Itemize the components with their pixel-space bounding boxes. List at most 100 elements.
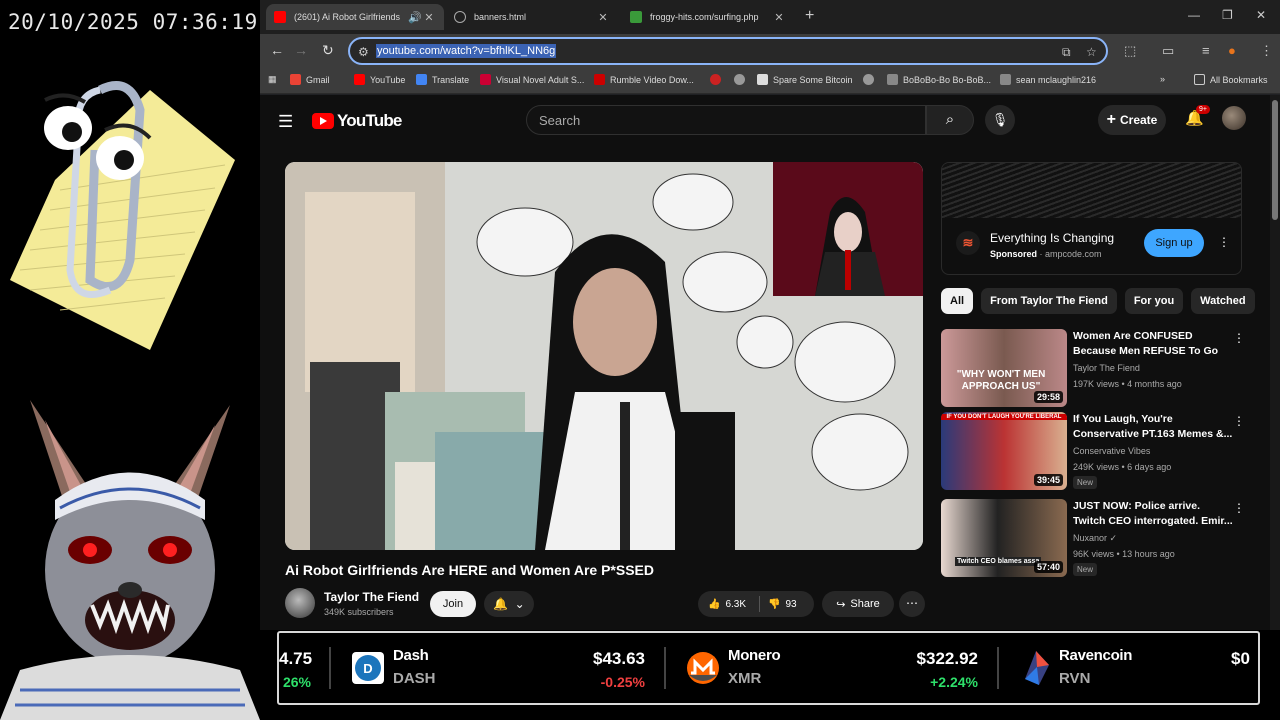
address-url[interactable]: youtube.com/watch?v=bfhlKL_NN6g	[376, 44, 557, 58]
rec-title[interactable]: Women Are CONFUSED Because Men REFUSE To…	[1073, 329, 1233, 359]
bookmark-cherry-icon[interactable]	[710, 74, 726, 85]
duration-badge: 57:40	[1033, 561, 1063, 573]
chip-from-channel[interactable]: From Taylor The Fiend	[981, 288, 1117, 314]
bookmark-gmail[interactable]: Gmail	[290, 74, 330, 85]
share-button[interactable]: ↪ Share	[822, 591, 894, 617]
bookmark-bobobo[interactable]: BoBoBo-Bo Bo-BoB...	[887, 74, 991, 85]
close-window-icon[interactable]: ✕	[1256, 8, 1266, 22]
create-button[interactable]: + Create	[1098, 105, 1166, 135]
back-arrow-icon[interactable]: ←	[270, 42, 284, 58]
like-dislike-buttons: 👍 6.3K 👎 93	[698, 591, 814, 617]
bookmark-star-icon[interactable]: ☆	[1086, 45, 1097, 59]
tab-close-icon[interactable]: ✕	[772, 11, 786, 24]
recommended-video[interactable]: "WHY WON'T MEN APPROACH US" 29:58 Women …	[941, 329, 1261, 409]
rec-more-icon[interactable]: ⋮	[1233, 501, 1245, 515]
ticker-symbol: DASH	[393, 670, 436, 687]
all-bookmarks[interactable]: All Bookmarks	[1194, 74, 1268, 85]
bookmark-visual-novel[interactable]: Visual Novel Adult S...	[480, 74, 584, 85]
rec-more-icon[interactable]: ⋮	[1233, 331, 1245, 345]
clippy-mascot-image	[10, 81, 235, 350]
side-panel-icon[interactable]: ▭	[1162, 43, 1174, 59]
youtube-logo[interactable]: YouTube	[312, 111, 402, 131]
youtube-favicon-icon	[274, 11, 286, 23]
site-info-icon[interactable]: ⚙	[358, 45, 369, 59]
bookmark-translate[interactable]: Translate	[416, 74, 469, 85]
channel-name[interactable]: Taylor The Fiend	[324, 590, 419, 604]
video-thumbnail[interactable]: IF YOU DON'T LAUGH YOU'RE LIBERAL 39:45	[941, 412, 1067, 490]
apps-grid-icon[interactable]: ▦	[268, 74, 277, 85]
chip-for-you[interactable]: For you	[1124, 288, 1184, 314]
tab-close-icon[interactable]: ✕	[422, 11, 436, 24]
bookmarks-overflow-icon[interactable]: »	[1160, 74, 1165, 84]
tab-close-icon[interactable]: ✕	[596, 11, 610, 24]
ticker-divider	[329, 647, 331, 689]
join-button[interactable]: Join	[430, 591, 476, 617]
guide-menu-icon[interactable]: ☰	[278, 112, 293, 132]
rec-title[interactable]: JUST NOW: Police arrive. Twitch CEO inte…	[1073, 499, 1233, 529]
ampcode-logo-icon: ≋	[956, 231, 980, 255]
search-icon[interactable]: ⌕	[926, 105, 974, 135]
address-bar[interactable]: ⚙ youtube.com/watch?v=bfhlKL_NN6g ⧉ ☆	[348, 37, 1108, 65]
bookmark-rumble[interactable]: Rumble Video Dow...	[594, 74, 694, 85]
extensions-icon[interactable]: ⬚	[1124, 43, 1136, 59]
page-scrollbar[interactable]	[1270, 95, 1280, 630]
bookmarks-bar: ▦ Gmail YouTube Translate Visual Novel A…	[260, 68, 1280, 94]
share-arrow-icon: ↪	[836, 598, 846, 611]
new-badge: New	[1073, 476, 1098, 489]
new-tab-icon[interactable]: +	[805, 7, 814, 25]
channel-avatar[interactable]	[285, 588, 315, 618]
rec-meta: 197K views • 4 months ago	[1073, 379, 1182, 389]
account-avatar[interactable]	[1222, 106, 1246, 130]
tab-froggy-hits[interactable]: froggy-hits.com/surfing.php ✕	[622, 4, 794, 30]
search-input[interactable]: Search	[526, 105, 926, 135]
bookmark-spare-bitcoin[interactable]: Spare Some Bitcoin	[757, 74, 853, 85]
reload-icon[interactable]: ↻	[322, 42, 334, 59]
like-button[interactable]: 👍 6.3K	[698, 596, 760, 612]
video-player[interactable]	[285, 162, 923, 550]
rec-title[interactable]: If You Laugh, You're Conservative PT.163…	[1073, 412, 1233, 442]
install-icon[interactable]: ⧉	[1062, 45, 1071, 60]
microphone-icon[interactable]: 🎙	[985, 105, 1015, 135]
recommended-video[interactable]: IF YOU DON'T LAUGH YOU'RE LIBERAL 39:45 …	[941, 412, 1261, 492]
ad-more-icon[interactable]: ⋮	[1218, 235, 1230, 249]
more-actions-icon[interactable]: ⋯	[899, 591, 925, 617]
menu-kebab-icon[interactable]: ⋮	[1260, 43, 1273, 59]
rec-channel[interactable]: Conservative Vibes	[1073, 446, 1150, 456]
dislike-button[interactable]: 👎 93	[760, 599, 797, 610]
video-thumbnail[interactable]: Twitch CEO blames assa 57:40	[941, 499, 1067, 577]
audio-icon[interactable]: 🔊	[408, 11, 422, 24]
tab-banners[interactable]: banners.html ✕	[446, 4, 618, 30]
ravencoin-coin-icon	[1025, 651, 1049, 685]
scrollbar-thumb[interactable]	[1272, 100, 1278, 220]
frog-favicon-icon	[630, 11, 642, 23]
media-control-icon[interactable]: ≡	[1202, 43, 1210, 58]
ticker-name: Dash	[393, 647, 429, 664]
rec-channel[interactable]: Nuxanor ✓	[1073, 533, 1117, 544]
bookmark-globe-icon[interactable]	[734, 74, 750, 85]
rec-more-icon[interactable]: ⋮	[1233, 414, 1245, 428]
bookmark-youtube[interactable]: YouTube	[354, 74, 405, 85]
browser-window: (2601) Ai Robot Girlfriends 🔊 ✕ banners.…	[260, 0, 1280, 630]
recommended-video[interactable]: Twitch CEO blames assa 57:40 JUST NOW: P…	[941, 499, 1261, 579]
ticker-price: $322.92	[916, 649, 978, 668]
sponsored-ad-card[interactable]: ≋ Everything Is Changing Sponsored · amp…	[941, 162, 1242, 275]
chip-all[interactable]: All	[941, 288, 974, 314]
video-frame-image	[285, 162, 923, 550]
ad-signup-button[interactable]: Sign up	[1144, 229, 1204, 257]
bookmark-globe-icon[interactable]	[863, 74, 879, 85]
ticker-divider	[664, 647, 666, 689]
ad-banner-image	[942, 163, 1241, 218]
minimize-icon[interactable]: —	[1188, 8, 1200, 22]
chip-watched[interactable]: Watched	[1191, 288, 1255, 314]
profile-icon[interactable]: ●	[1228, 43, 1236, 58]
forward-arrow-icon[interactable]: →	[294, 42, 308, 58]
subscribed-bell-button[interactable]: 🔔 ⌄	[484, 591, 534, 617]
rec-channel[interactable]: Taylor The Fiend	[1073, 363, 1140, 373]
video-thumbnail[interactable]: "WHY WON'T MEN APPROACH US" 29:58	[941, 329, 1067, 407]
youtube-page: ☰ YouTube Search ⌕ 🎙 + Create 🔔 9+ Ai Ro…	[260, 95, 1270, 630]
tab-youtube[interactable]: (2601) Ai Robot Girlfriends 🔊 ✕	[266, 4, 444, 30]
ticker-item: D Dash DASH $43.63 -0.25%	[349, 633, 649, 703]
thumbnail-caption: "WHY WON'T MEN APPROACH US"	[956, 369, 1046, 392]
bookmark-sean[interactable]: sean mclaughlin216	[1000, 74, 1096, 85]
maximize-icon[interactable]: ❐	[1222, 8, 1233, 22]
